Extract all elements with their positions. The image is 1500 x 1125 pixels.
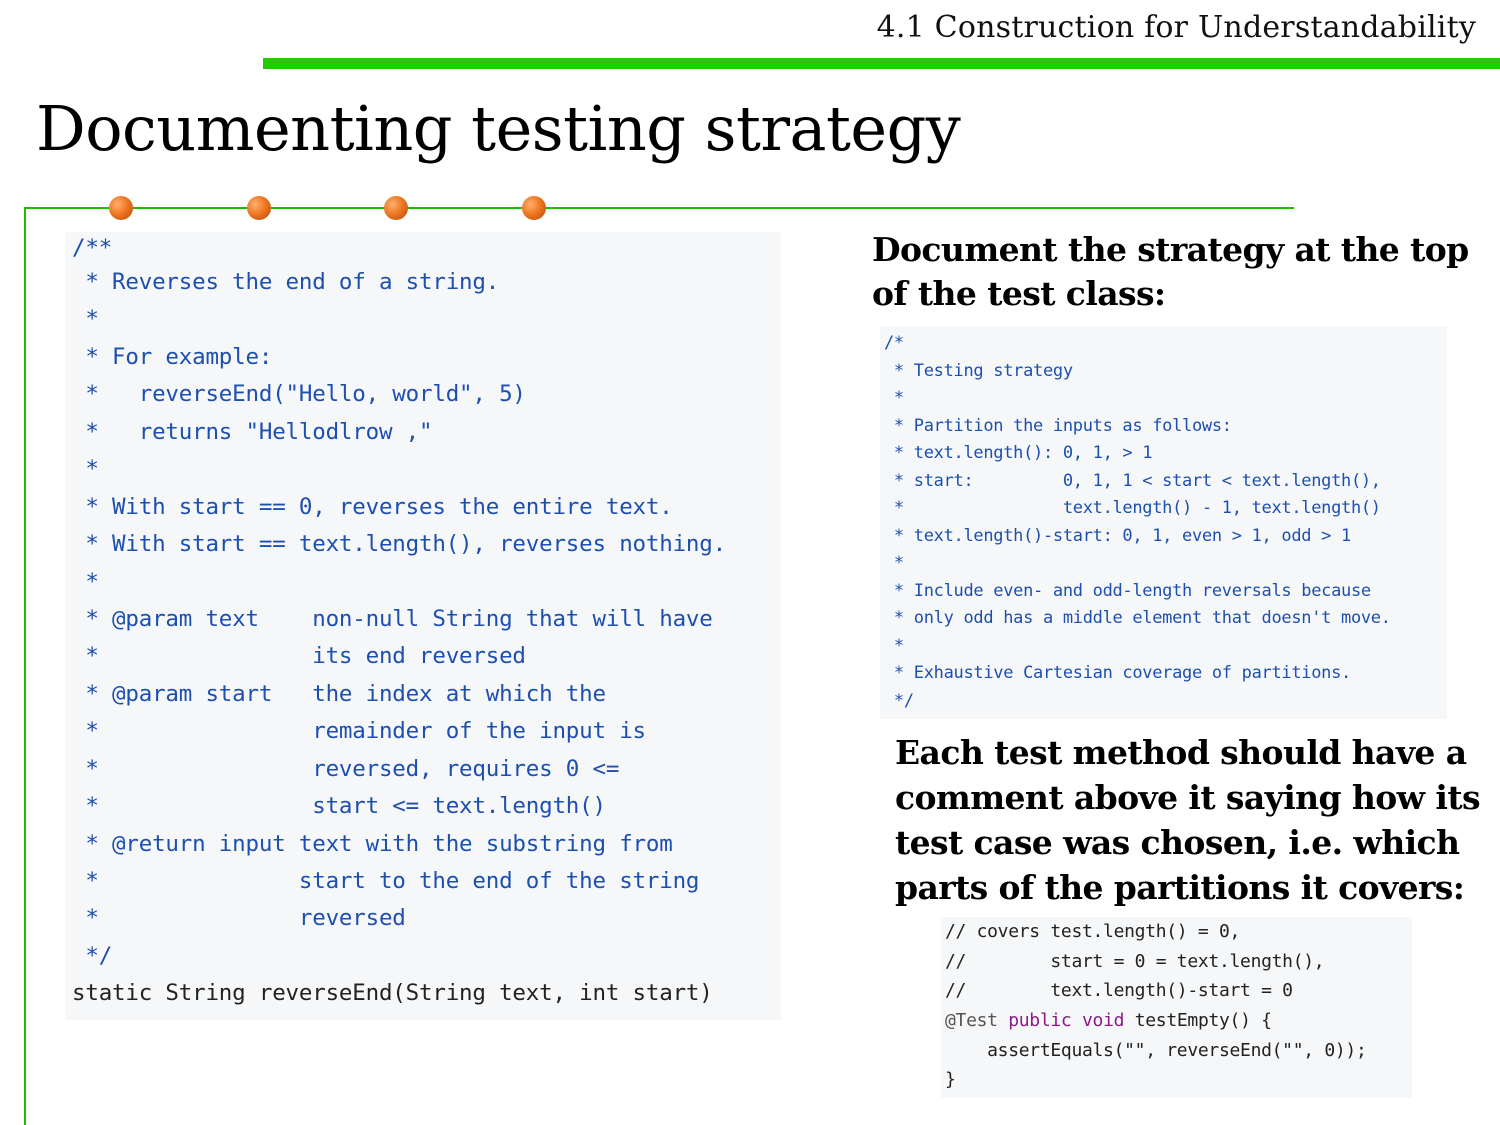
- code-line: }: [945, 1069, 956, 1091]
- code-line: * remainder of the input is: [72, 718, 646, 745]
- slide-title: Documenting testing strategy: [36, 92, 961, 165]
- code-line: * reversed, requires 0 <=: [72, 755, 620, 782]
- code-line: * text.length(): 0, 1, > 1: [884, 443, 1153, 463]
- code-line: *: [884, 553, 904, 573]
- code-line: * start <= text.length(): [72, 793, 606, 820]
- keyword-void: void: [1082, 1010, 1125, 1032]
- code-line: *: [72, 568, 99, 595]
- method-comment-heading: Each test method should have a comment a…: [895, 733, 1481, 907]
- code-line: */: [72, 942, 113, 969]
- code-line: * @param text non-null String that will …: [72, 605, 713, 632]
- javadoc-code-block: /** * Reverses the end of a string. * * …: [65, 232, 781, 1020]
- code-line: * start to the end of the string: [72, 868, 700, 894]
- section-title: 4.1 Construction for Understandability: [876, 10, 1476, 45]
- code-line: * returns "Hellodlrow ,": [72, 418, 433, 445]
- test-method-signature: @Test public void testEmpty() {: [945, 1006, 1412, 1036]
- bullet-dot: [384, 196, 408, 220]
- code-line: *: [72, 456, 99, 483]
- code-line: *: [884, 388, 904, 408]
- header-accent-bar: [263, 58, 1500, 69]
- strategy-heading: Document the strategy at the top of the …: [872, 230, 1469, 313]
- code-line: * only odd has a middle element that doe…: [884, 608, 1391, 628]
- code-line: * start: 0, 1, 1 < start < text.length()…: [884, 470, 1381, 491]
- code-line: * text.length() - 1, text.length(): [884, 498, 1381, 518]
- bullet-dot: [522, 196, 546, 220]
- code-line: * For example:: [72, 343, 273, 370]
- frame-top-line: [24, 207, 1294, 209]
- code-line: * text.length()-start: 0, 1, even > 1, o…: [884, 525, 1351, 546]
- code-line: * With start == 0, reverses the entire t…: [72, 493, 673, 520]
- keyword-public: public: [1008, 1010, 1072, 1032]
- bullet-dot: [109, 196, 133, 220]
- code-line: * its end reversed: [72, 643, 526, 670]
- bullet-dot: [247, 196, 271, 220]
- method-name: testEmpty() {: [1134, 1010, 1272, 1032]
- code-line: /**: [72, 235, 113, 261]
- code-line: * With start == text.length(), reverses …: [72, 531, 726, 558]
- code-line: * Reverses the end of a string.: [72, 269, 500, 295]
- code-line: /*: [884, 333, 904, 353]
- code-line: * reverseEnd("Hello, world", 5): [72, 381, 526, 408]
- code-line: */: [884, 690, 914, 711]
- frame-left-line: [24, 207, 26, 1125]
- code-line: * Testing strategy: [884, 360, 1073, 381]
- code-line: *: [884, 635, 904, 656]
- code-comment-line: // text.length()-start = 0: [945, 980, 1293, 1002]
- code-line: assertEquals("", reverseEnd("", 0));: [945, 1039, 1367, 1061]
- strategy-code-block: /* * Testing strategy * * Partition the …: [880, 326, 1447, 719]
- test-annotation: @Test: [945, 1010, 998, 1032]
- code-line: * reversed: [72, 905, 406, 932]
- code-comment-line: // covers test.length() = 0,: [945, 921, 1241, 942]
- code-line: *: [72, 306, 99, 333]
- code-line: * Exhaustive Cartesian coverage of parti…: [884, 663, 1351, 683]
- code-line: * @param start the index at which the: [72, 680, 606, 707]
- method-signature-line: static String reverseEnd(String text, in…: [72, 980, 713, 1007]
- code-line: * @return input text with the substring …: [72, 830, 673, 857]
- code-comment-line: // start = 0 = text.length(),: [945, 950, 1325, 972]
- code-line: * Partition the inputs as follows:: [884, 415, 1232, 436]
- test-method-code-block: // covers test.length() = 0, // start = …: [941, 917, 1412, 1098]
- code-line: * Include even- and odd-length reversals…: [884, 580, 1371, 601]
